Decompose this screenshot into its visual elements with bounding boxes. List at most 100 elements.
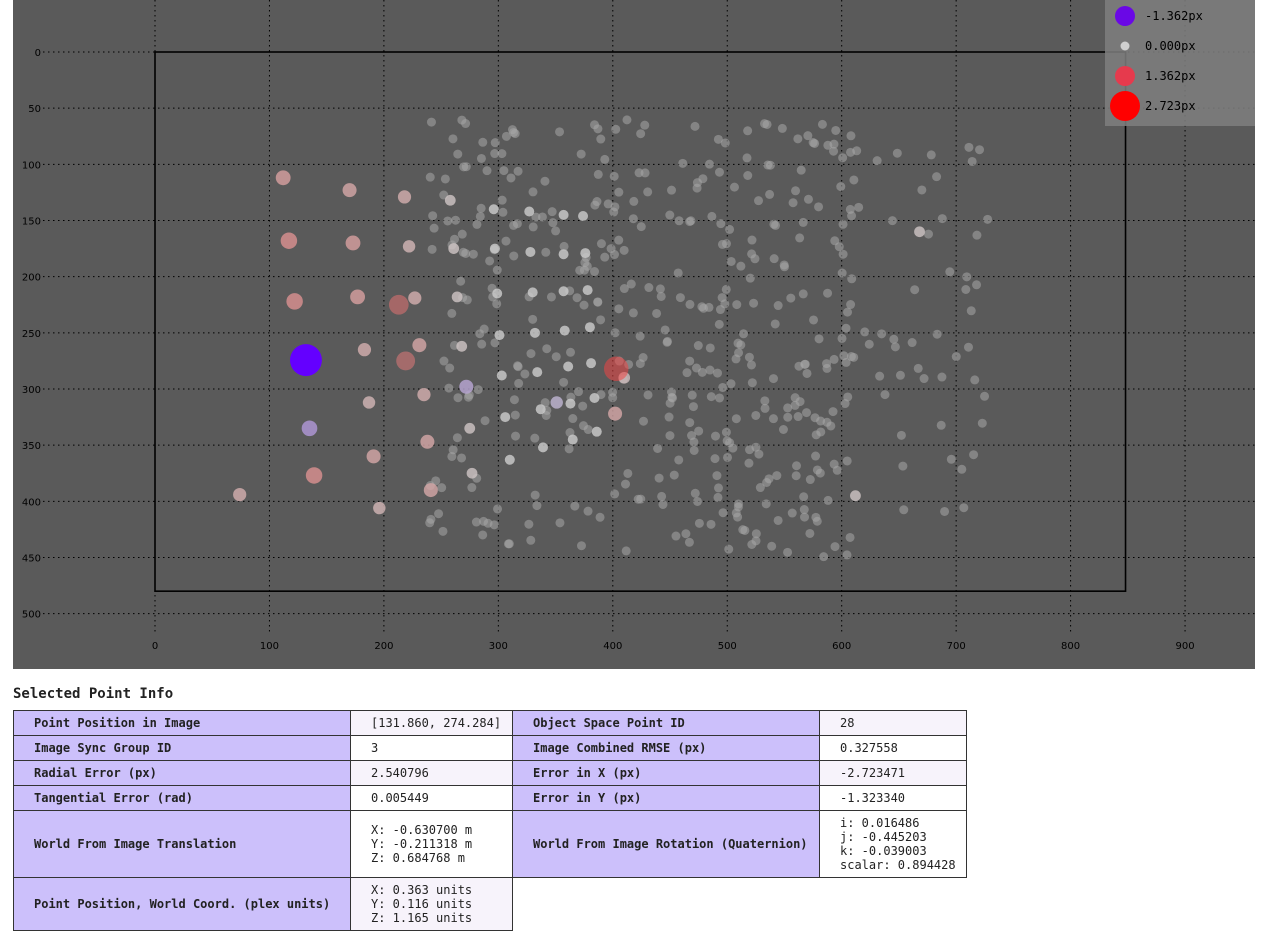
- background-point: [919, 374, 929, 384]
- background-point: [720, 299, 730, 309]
- data-point: [565, 398, 576, 409]
- background-point: [438, 526, 448, 536]
- background-point: [682, 368, 692, 378]
- background-point: [479, 324, 489, 334]
- background-point: [795, 233, 805, 243]
- background-point: [777, 123, 787, 133]
- background-point: [555, 127, 565, 137]
- background-point: [802, 408, 812, 418]
- background-point: [694, 518, 704, 528]
- background-point: [778, 424, 788, 434]
- info-row: Radial Error (px) 2.540796 Error in X (p…: [13, 760, 967, 786]
- background-point: [705, 159, 715, 169]
- background-point: [614, 187, 624, 197]
- background-point: [686, 216, 696, 226]
- background-point: [660, 325, 670, 335]
- background-point: [803, 194, 813, 204]
- background-point: [467, 483, 477, 493]
- info-empty-cell: [513, 878, 967, 931]
- data-point: [275, 170, 291, 186]
- background-point: [746, 360, 756, 370]
- background-point: [913, 363, 923, 373]
- background-point: [638, 353, 648, 363]
- background-point: [718, 508, 728, 518]
- background-point: [540, 176, 550, 186]
- info-row: Tangential Error (rad) 0.005449 Error in…: [13, 785, 967, 811]
- background-point: [937, 214, 947, 224]
- background-point: [690, 488, 700, 498]
- data-point: [591, 426, 602, 437]
- background-point: [926, 150, 936, 160]
- background-point: [772, 471, 782, 481]
- background-point: [513, 166, 523, 176]
- data-point: [420, 434, 435, 449]
- background-point: [847, 274, 857, 284]
- background-point: [747, 235, 757, 245]
- background-point: [448, 445, 458, 455]
- data-point: [448, 243, 460, 254]
- y-tick-label: 150: [22, 216, 41, 227]
- background-point: [725, 224, 735, 234]
- background-point: [528, 314, 538, 324]
- background-point: [880, 390, 890, 400]
- background-point: [453, 393, 463, 403]
- background-point: [768, 414, 778, 424]
- background-point: [842, 550, 852, 560]
- data-point: [524, 206, 535, 217]
- background-point: [609, 250, 619, 260]
- background-point: [675, 293, 685, 303]
- background-point: [623, 468, 633, 478]
- background-point: [687, 390, 697, 400]
- background-point: [783, 547, 793, 557]
- background-point: [817, 119, 827, 129]
- background-point: [643, 187, 653, 197]
- background-point: [936, 420, 946, 430]
- background-point: [786, 293, 796, 303]
- background-point: [889, 334, 899, 344]
- info-value: -2.723471: [819, 760, 967, 786]
- background-point: [461, 119, 471, 129]
- data-point: [559, 325, 570, 336]
- background-point: [425, 172, 435, 182]
- info-label: Radial Error (px): [13, 760, 351, 786]
- background-point: [633, 494, 643, 504]
- data-point: [466, 467, 478, 479]
- background-point: [485, 256, 495, 266]
- background-point: [705, 343, 715, 353]
- background-point: [769, 254, 779, 264]
- background-point: [693, 341, 703, 351]
- background-point: [860, 327, 870, 337]
- background-point: [805, 475, 815, 485]
- background-point: [977, 418, 987, 428]
- background-point: [714, 319, 724, 329]
- data-point: [558, 249, 569, 260]
- x-tick-label: 600: [832, 641, 851, 652]
- background-point: [831, 125, 841, 135]
- background-point: [685, 418, 695, 428]
- background-point: [681, 529, 691, 539]
- background-point: [685, 299, 695, 309]
- background-point: [490, 138, 500, 148]
- data-point: [301, 420, 318, 437]
- info-value: -1.323340: [819, 785, 967, 811]
- background-point: [489, 520, 499, 530]
- background-point: [628, 308, 638, 318]
- plot-canvas[interactable]: 0 100 200 300 400 500 600 700 800 900 0 50 100 150 20…: [13, 0, 1255, 669]
- background-point: [751, 410, 761, 420]
- data-point: [373, 501, 386, 515]
- background-point: [667, 185, 677, 195]
- background-point: [723, 452, 733, 462]
- background-point: [513, 361, 523, 371]
- background-point: [728, 443, 738, 453]
- reprojection-error-plot[interactable]: 0 100 200 300 400 500 600 700 800 900 0 50 100 150 20…: [13, 0, 1255, 669]
- data-point: [529, 327, 540, 338]
- info-value: X: 0.363 units Y: 0.116 units Z: 1.165 u…: [350, 877, 513, 931]
- background-point: [576, 149, 586, 159]
- x-tick-label: 100: [260, 641, 279, 652]
- background-point: [747, 378, 757, 388]
- background-point: [528, 222, 538, 232]
- data-point: [608, 406, 623, 421]
- info-row: Image Sync Group ID 3 Image Combined RMS…: [13, 735, 967, 761]
- background-point: [887, 216, 897, 226]
- background-point: [614, 235, 624, 245]
